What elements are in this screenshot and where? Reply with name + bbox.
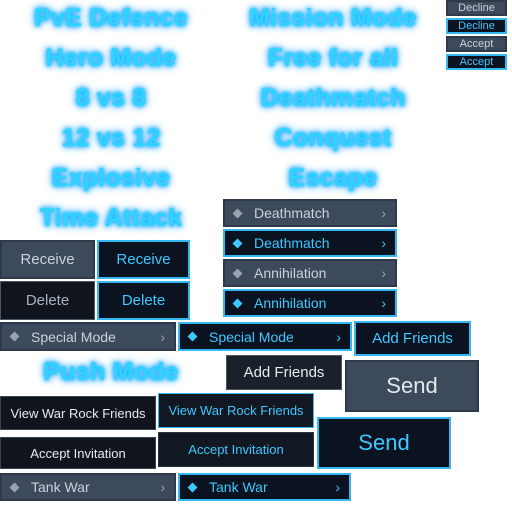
label-time-attack: Time Attack [39,204,183,232]
chevron-right-icon: › [381,295,386,311]
mode-row-deathmatch[interactable]: Deathmatch › [223,199,397,227]
chevron-right-icon: › [381,265,386,281]
label-push-mode: Push Mode [43,358,179,386]
chevron-right-icon: › [160,479,165,495]
diamond-icon [187,482,198,492]
diamond-icon [232,238,243,248]
mode-row-label: Deathmatch [254,205,330,221]
accept-button-active[interactable]: Accept [446,54,507,70]
chevron-right-icon: › [160,328,165,345]
accept-invitation-button-active[interactable]: Accept Invitation [158,432,314,467]
mode-row-label: Annihilation [254,265,327,281]
mode-row-special[interactable]: Special Mode › [0,322,176,351]
mode-row-label: Tank War [31,479,90,495]
send-button-active[interactable]: Send [317,417,451,469]
mode-row-tank-war[interactable]: Tank War › [0,473,176,501]
label-deathmatch: Deathmatch [260,84,406,112]
mode-row-tank-war-active[interactable]: Tank War › [178,473,351,501]
mode-row-label: Deathmatch [254,235,330,251]
mode-row-label: Annihilation [254,295,327,311]
mode-row-label: Special Mode [209,328,294,345]
receive-button-active[interactable]: Receive [97,240,190,279]
label-pve-defence: PvE Defence [34,4,188,32]
view-war-rock-friends-button-active[interactable]: View War Rock Friends [158,393,314,428]
label-free-for-all: Free for all [267,44,399,72]
mode-row-special-active[interactable]: Special Mode › [178,322,352,351]
delete-button-active[interactable]: Delete [97,281,190,320]
add-friends-button-active[interactable]: Add Friends [354,321,471,356]
diamond-icon [9,331,20,342]
add-friends-button[interactable]: Add Friends [226,355,342,390]
decline-button[interactable]: Decline [446,0,507,16]
chevron-right-icon: › [336,328,341,345]
diamond-icon [232,208,243,218]
delete-button[interactable]: Delete [0,281,95,320]
chevron-right-icon: › [335,479,340,495]
label-hero-mode: Hero Mode [45,44,177,72]
mode-row-label: Tank War [209,479,268,495]
label-12-vs-12: 12 vs 12 [61,124,161,152]
label-escape: Escape [288,164,378,192]
send-button[interactable]: Send [345,360,479,412]
chevron-right-icon: › [381,235,386,251]
mode-row-annihilation[interactable]: Annihilation › [223,259,397,287]
label-explosive: Explosive [51,164,171,192]
mode-row-deathmatch-active[interactable]: Deathmatch › [223,229,397,257]
diamond-icon [187,331,198,342]
label-conquest: Conquest [274,124,392,152]
label-8-vs-8: 8 vs 8 [75,84,147,112]
view-war-rock-friends-button[interactable]: View War Rock Friends [0,396,156,430]
receive-button[interactable]: Receive [0,240,95,279]
mode-row-label: Special Mode [31,328,116,345]
accept-button[interactable]: Accept [446,36,507,52]
label-mission-mode: Mission Mode [249,4,417,32]
mode-row-annihilation-active[interactable]: Annihilation › [223,289,397,317]
diamond-icon [9,482,20,492]
decline-button-active[interactable]: Decline [446,18,507,34]
chevron-right-icon: › [381,205,386,221]
accept-invitation-button[interactable]: Accept Invitation [0,437,156,469]
diamond-icon [232,298,243,308]
diamond-icon [232,268,243,278]
